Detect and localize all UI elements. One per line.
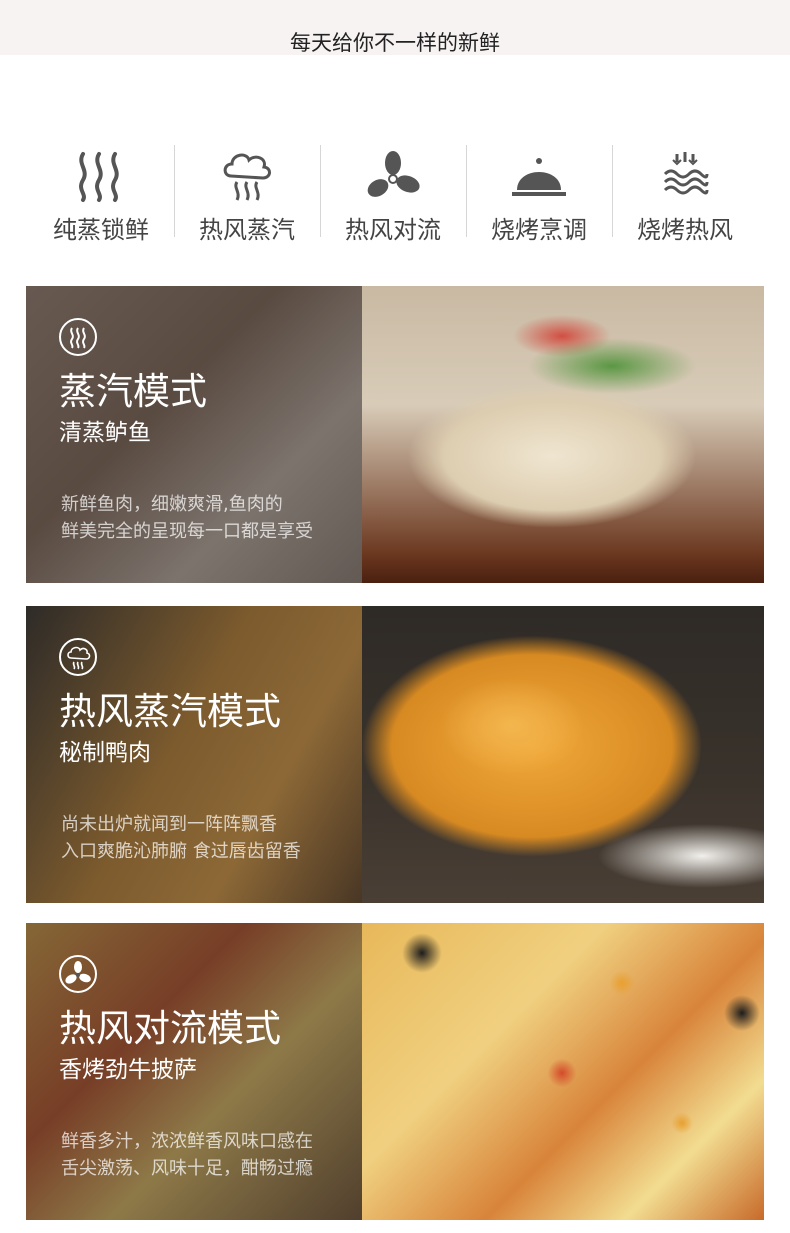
dish-photo-pizza <box>362 923 764 1220</box>
dish-name: 秘制鸭肉 <box>59 740 151 766</box>
feature-item: 纯蒸锁鲜 <box>28 140 174 250</box>
description-line: 鲜香多汁，浓浓鲜香风味口感在 <box>61 1131 313 1152</box>
mode-card-hot-air-steam: 热风蒸汽模式 秘制鸭肉 尚未出炉就闻到一阵阵飘香 入口爽脆沁肺腑 食过唇齿留香 <box>26 606 764 903</box>
description-line: 新鲜鱼肉，细嫩爽滑,鱼肉的 <box>61 494 283 515</box>
mode-card-convection: 热风对流模式 香烤劲牛披萨 鲜香多汁，浓浓鲜香风味口感在 舌尖激荡、风味十足，酣… <box>26 923 764 1220</box>
mode-title: 蒸汽模式 <box>59 370 207 413</box>
cloche-icon <box>512 158 566 196</box>
fan-icon <box>367 151 420 197</box>
feature-label: 烧烤热风 <box>637 216 733 244</box>
heat-waves-icon <box>663 152 709 195</box>
description-line: 入口爽脆沁肺腑 食过唇齿留香 <box>61 841 301 862</box>
feature-item: 热风对流 <box>320 140 466 250</box>
feature-label: 烧烤烹调 <box>491 216 587 244</box>
fan-icon <box>59 955 97 993</box>
feature-item: 烧烤热风 <box>612 140 758 250</box>
dish-description: 新鲜鱼肉，细嫩爽滑,鱼肉的 鲜美完全的呈现每一口都是享受 <box>61 491 361 545</box>
dish-photo-duck <box>362 606 764 903</box>
feature-label: 热风蒸汽 <box>199 216 295 244</box>
dish-description: 鲜香多汁，浓浓鲜香风味口感在 舌尖激荡、风味十足，酣畅过瘾 <box>61 1128 361 1182</box>
description-line: 舌尖激荡、风味十足，酣畅过瘾 <box>61 1158 313 1179</box>
dish-name: 香烤劲牛披萨 <box>59 1057 197 1083</box>
mode-title: 热风对流模式 <box>59 1007 281 1050</box>
feature-item: 热风蒸汽 <box>174 140 320 250</box>
feature-label: 纯蒸锁鲜 <box>53 216 149 244</box>
page-title: 每天给你不一样的新鲜 <box>290 31 500 55</box>
steam-lines-icon <box>59 318 97 356</box>
steam-cloud-icon <box>223 153 271 201</box>
mode-title: 热风蒸汽模式 <box>59 690 281 733</box>
feature-icons-row: 纯蒸锁鲜 热风蒸汽 热风对流 烧烤烹调 烧烤热风 <box>28 140 760 250</box>
description-line: 鲜美完全的呈现每一口都是享受 <box>61 521 313 542</box>
feature-label: 热风对流 <box>345 216 441 244</box>
dish-description: 尚未出炉就闻到一阵阵飘香 入口爽脆沁肺腑 食过唇齿留香 <box>61 811 361 865</box>
description-line: 尚未出炉就闻到一阵阵飘香 <box>61 814 277 835</box>
steam-lines-icon <box>79 152 119 202</box>
steam-cloud-icon <box>59 638 97 676</box>
dish-photo-fish <box>362 286 764 583</box>
mode-card-steam: 蒸汽模式 清蒸鲈鱼 新鲜鱼肉，细嫩爽滑,鱼肉的 鲜美完全的呈现每一口都是享受 <box>26 286 764 583</box>
feature-item: 烧烤烹调 <box>466 140 612 250</box>
header-bar: 每天给你不一样的新鲜 <box>0 0 790 55</box>
dish-name: 清蒸鲈鱼 <box>59 420 151 446</box>
